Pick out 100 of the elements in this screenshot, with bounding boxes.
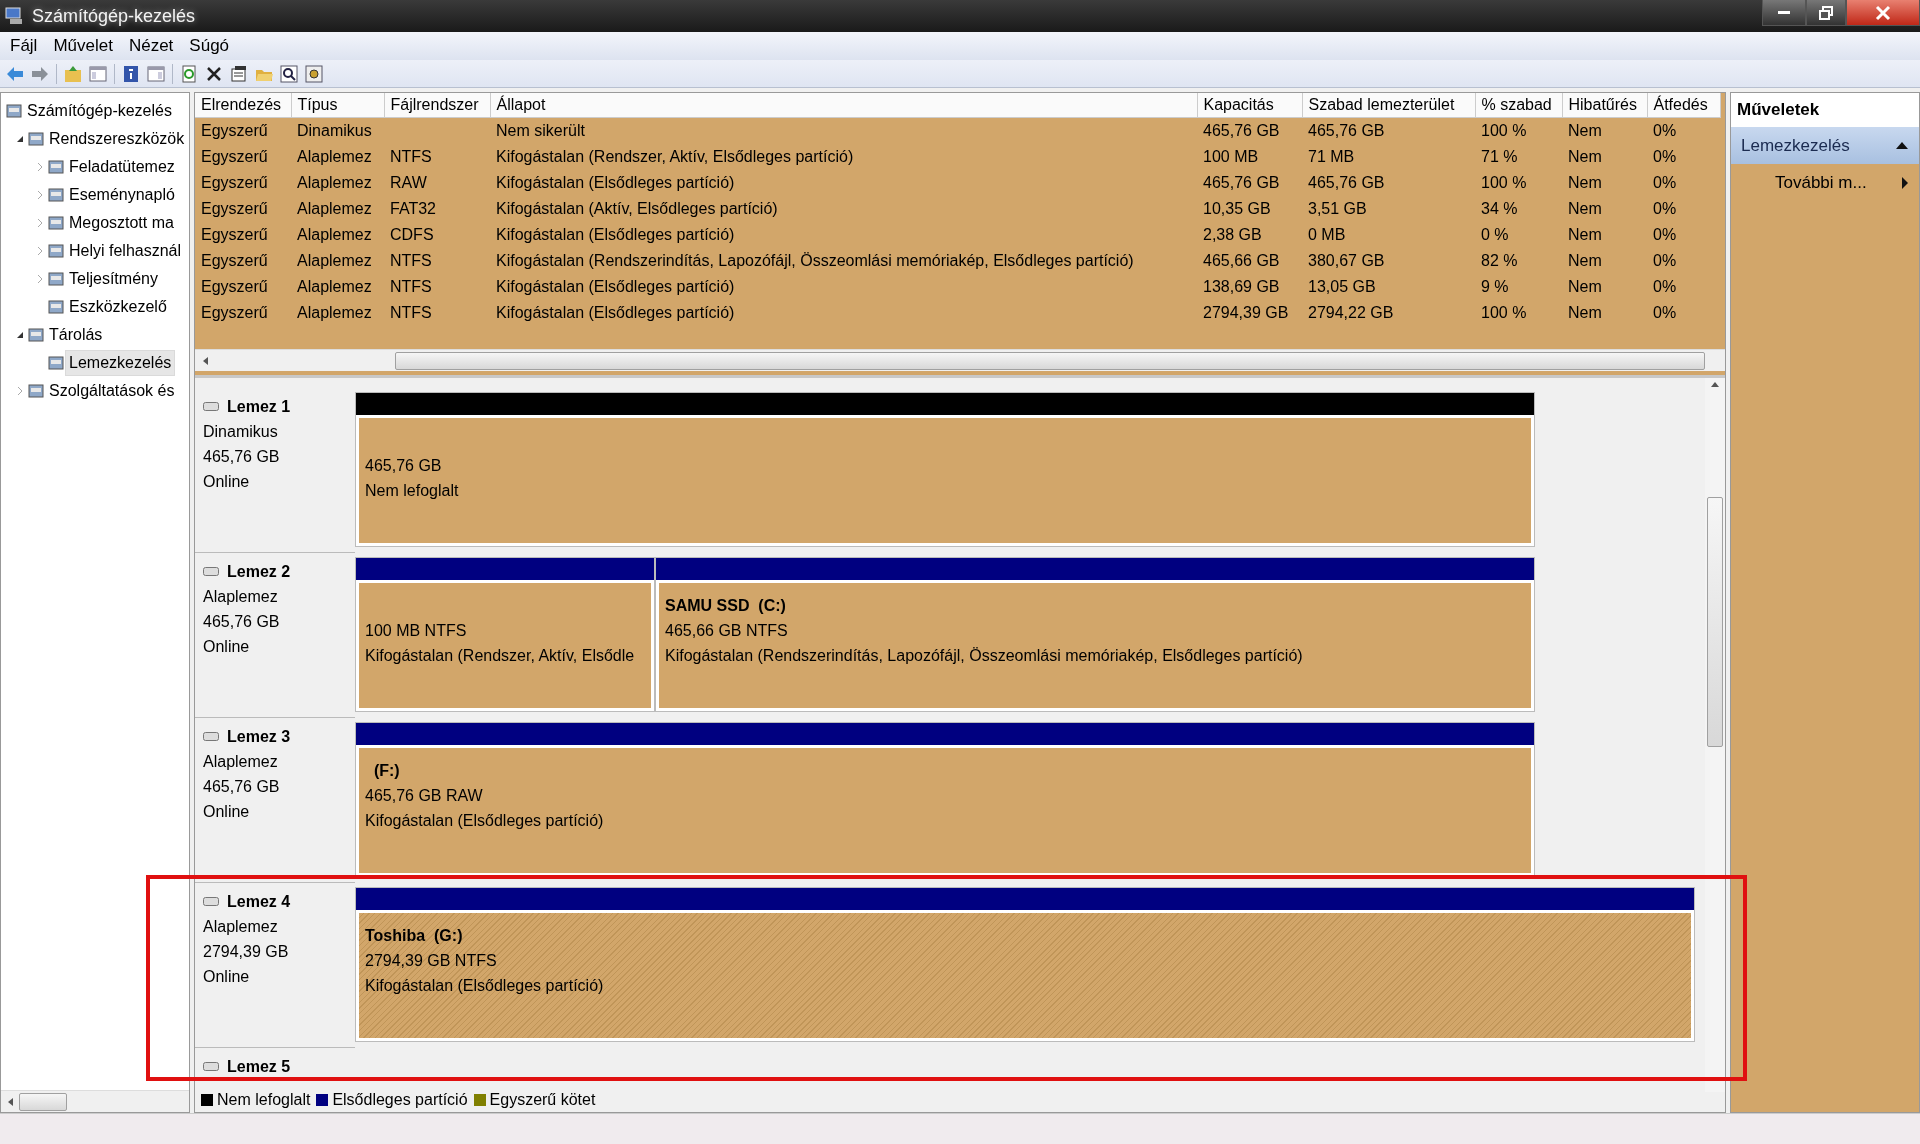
column-header[interactable]: Elrendezés [195, 93, 291, 118]
partition[interactable]: (F:) 465,76 GB RAW Kifogástalan (Elsődleges partíció) [355, 722, 1535, 877]
disk-type: Dinamikus [203, 422, 279, 442]
table-cell-text: RAW [389, 172, 428, 193]
table-cell: 465,76 GB [1197, 117, 1302, 144]
table-cell: 465,76 GB [1302, 117, 1475, 144]
table-cell-text: Nem [1567, 302, 1603, 323]
search-icon[interactable] [279, 63, 299, 84]
disk-status: Online [203, 802, 251, 822]
partition[interactable]: 100 MB NTFS Kifogástalan (Rendszer, Aktív, Elsődle [355, 557, 655, 712]
tree-item[interactable]: Rendszereszközök [45, 126, 189, 152]
partition-status: Kifogástalan (Elsődleges partíció) [365, 976, 605, 996]
expanded-arrow-icon[interactable] [16, 331, 24, 339]
tree-item[interactable]: Eszközkezelő [65, 294, 171, 320]
partition[interactable]: 465,76 GB Nem lefoglalt [355, 392, 1535, 547]
disk-type: Alaplemez [203, 752, 279, 772]
table-cell-text: Kifogástalan (Elsődleges partíció) [495, 224, 736, 245]
pane-icon[interactable] [88, 63, 108, 84]
tree-item[interactable]: Szolgáltatások és [45, 378, 179, 404]
maximize-button[interactable] [1806, 0, 1846, 26]
tree-item[interactable]: Megosztott ma [65, 210, 178, 236]
pane-icon[interactable] [146, 63, 166, 84]
table-cell-text: Egyszerű [200, 146, 269, 167]
window-title: Számítógép-kezelés [32, 4, 196, 28]
table-cell-text: Nem [1567, 276, 1603, 297]
tree-node-icon [47, 186, 65, 204]
table-cell-text: 138,69 GB [1202, 276, 1281, 297]
column-header[interactable]: Állapot [490, 93, 1197, 118]
expanded-arrow-icon[interactable] [16, 135, 24, 143]
table-cell-text: 2,38 GB [1202, 224, 1263, 245]
partition[interactable]: Toshiba (G:) 2794,39 GB NTFS Kifogástalan (Elsődleges partíció) [355, 887, 1695, 1042]
menu-item[interactable]: Fájl [4, 33, 44, 59]
table-cell-text: Kifogástalan (Elsődleges partíció) [495, 172, 736, 193]
tree-item[interactable]: Teljesítmény [65, 266, 162, 292]
table-cell-text: 34 % [1480, 198, 1519, 219]
partition-size: 465,76 GB RAW [365, 786, 484, 806]
settings-icon[interactable] [304, 63, 324, 84]
restore-icon [1818, 5, 1834, 20]
table-cell-text: 465,76 GB [1202, 172, 1281, 193]
section-header[interactable]: Lemezkezelés [1731, 126, 1919, 164]
partition[interactable]: SAMU SSD (C:) 465,66 GB NTFS Kifogástalan (Rendszerindítás, Lapozófájl, Összeomlási memóriakép, Elsődleges partíció) [655, 557, 1535, 712]
tree-item[interactable]: Számítógép-kezelés [23, 98, 176, 124]
refresh-icon[interactable] [179, 63, 199, 84]
table-cell-text: NTFS [389, 276, 433, 297]
tree-item[interactable]: Helyi felhasznál [65, 238, 186, 264]
table-cell-text: Egyszerű [200, 172, 269, 193]
disk-name: Lemez 4 [227, 892, 291, 912]
table-cell-text: 71 % [1480, 146, 1519, 167]
action-item[interactable]: További m... [1731, 164, 1919, 202]
table-cell-text: Egyszerű [200, 302, 269, 323]
table-cell-text: Kifogástalan (Elsődleges partíció) [495, 276, 736, 297]
table-cell-text: NTFS [389, 250, 433, 271]
table-cell-text: Nem [1567, 198, 1603, 219]
table-cell: Dinamikus [291, 117, 384, 144]
properties-icon[interactable] [229, 63, 249, 84]
scrollbar[interactable] [1705, 378, 1725, 1092]
table-cell-text: Kifogástalan (Rendszer, Aktív, Elsődleges partíció) [495, 146, 855, 167]
scrollbar[interactable] [195, 349, 1725, 371]
column-header[interactable]: Típus [291, 93, 384, 118]
tree-node-icon [27, 130, 45, 148]
legend-label: Elsődleges partíció [332, 1092, 468, 1110]
minimize-button[interactable] [1762, 0, 1806, 26]
table-cell-text: 2794,22 GB [1307, 302, 1395, 323]
menu-item[interactable]: Súgó [183, 33, 236, 59]
scroll-up-icon[interactable] [1711, 382, 1719, 387]
tree-node-icon [27, 326, 45, 344]
column-header[interactable]: Átfedés [1647, 93, 1720, 118]
tree-item[interactable]: Lemezkezelés [65, 350, 176, 376]
table-cell-text: 71 MB [1307, 146, 1356, 167]
arrow-icon [1901, 175, 1909, 190]
tree-item[interactable]: Feladatütemez [65, 154, 179, 180]
table-cell-text: Kifogástalan (Elsődleges partíció) [495, 302, 736, 323]
partition-status: Kifogástalan (Rendszerindítás, Lapozófájl, Összeomlási memóriakép, Elsődleges partíció) [665, 646, 1304, 666]
legend-label: Nem lefoglalt [217, 1092, 311, 1110]
table-cell-text: 10,35 GB [1202, 198, 1272, 219]
column-header[interactable]: Szabad lemezterület [1302, 93, 1475, 118]
table-cell-text: 0% [1652, 198, 1678, 219]
disk-name: Lemez 1 [227, 397, 291, 417]
column-header[interactable]: Fájlrendszer [384, 93, 490, 118]
scroll-left-icon[interactable] [203, 356, 208, 365]
scrollbar[interactable] [1, 1090, 189, 1112]
partition-size: 2794,39 GB NTFS [365, 951, 498, 971]
column-header[interactable]: Kapacitás [1197, 93, 1302, 118]
tree-item[interactable]: Eseménynapló [65, 182, 179, 208]
menu-item[interactable]: Művelet [47, 33, 119, 59]
table-cell-text: Alaplemez [296, 276, 373, 297]
close-button[interactable] [1846, 0, 1920, 26]
help-icon[interactable] [121, 63, 141, 84]
menu-item[interactable]: Nézet [122, 33, 180, 59]
table-cell-text: 465,76 GB [1307, 172, 1386, 193]
table-cell: 0% [1647, 117, 1720, 144]
table-cell-text: 82 % [1480, 250, 1519, 271]
tree-item[interactable]: Tárolás [45, 322, 107, 348]
disk-size: 465,76 GB [203, 612, 281, 632]
table-cell-text: 0% [1652, 224, 1678, 245]
column-header[interactable]: % szabad [1475, 93, 1562, 118]
table-cell-text: 100 MB [1202, 146, 1260, 167]
scroll-left-icon[interactable] [7, 1097, 13, 1106]
column-header[interactable]: Hibatűrés [1562, 93, 1647, 118]
partition-label: SAMU SSD (C:) [665, 596, 787, 616]
